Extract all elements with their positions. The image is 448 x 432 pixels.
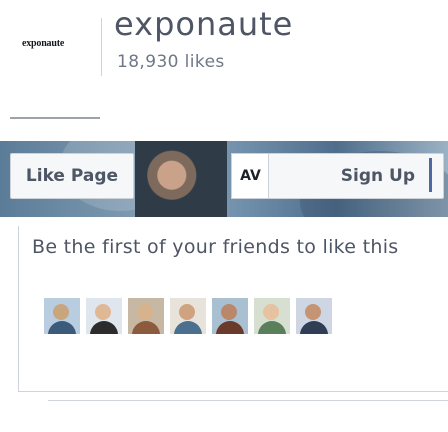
avatar-face <box>221 304 237 320</box>
avatar-body <box>48 321 76 334</box>
cover-photo-band[interactable]: Like Page AV Sign Up <box>0 141 448 217</box>
like-page-button[interactable]: Like Page <box>10 153 134 199</box>
avatar-face <box>137 304 153 320</box>
avatar-body <box>300 321 328 334</box>
friend-avatar-4[interactable] <box>170 298 206 334</box>
avatar-body <box>132 321 160 334</box>
friend-avatar-5[interactable] <box>212 298 248 334</box>
cover-photo-detail <box>135 141 227 217</box>
avatar-face <box>263 304 279 320</box>
logo-underline <box>10 117 100 119</box>
avatar-body <box>90 321 118 334</box>
page-logo[interactable]: exponaute <box>22 38 64 49</box>
facebook-page-plugin: exponaute exponaute 18,930 likes Like Pa… <box>0 0 448 432</box>
header-divider <box>101 18 102 76</box>
cover-label: AV <box>231 153 269 199</box>
friend-avatar-6[interactable] <box>254 298 290 334</box>
friend-avatar-2[interactable] <box>86 298 122 334</box>
friends-avatar-row <box>44 298 332 334</box>
friend-avatar-1[interactable] <box>44 298 80 334</box>
sign-up-button[interactable]: Sign Up <box>268 153 444 199</box>
friend-avatar-7[interactable] <box>296 298 332 334</box>
likes-count: 18,930 likes <box>117 52 225 72</box>
avatar-body <box>258 321 286 334</box>
friends-heading: Be the first of your friends to like thi… <box>32 236 399 258</box>
friend-avatar-3[interactable] <box>128 298 164 334</box>
bottom-divider <box>48 400 448 401</box>
avatar-face <box>305 304 321 320</box>
avatar-body <box>174 321 202 334</box>
avatar-face <box>53 304 69 320</box>
avatar-face <box>95 304 111 320</box>
avatar-body <box>216 321 244 334</box>
page-name-link[interactable]: exponaute <box>114 5 293 43</box>
sign-up-accent <box>429 158 432 192</box>
avatar-face <box>179 304 195 320</box>
